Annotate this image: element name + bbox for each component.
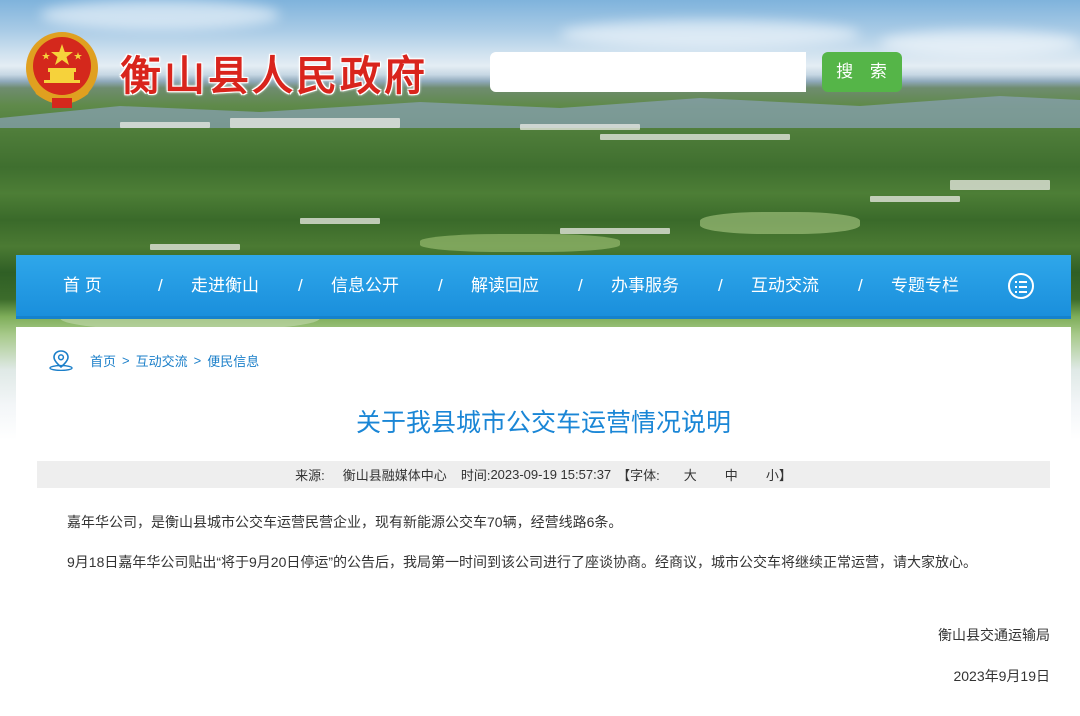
national-emblem-icon xyxy=(26,32,98,108)
article-date: 2023年9月19日 xyxy=(953,668,1050,684)
nav-item-special-topics[interactable]: 专题专栏 xyxy=(891,255,959,319)
article-title: 关于我县城市公交车运营情况说明 xyxy=(355,409,731,437)
nav-item-about-hengshan[interactable]: 走进衡山 xyxy=(191,255,259,319)
search-input[interactable] xyxy=(490,52,806,92)
nav-item-interaction[interactable]: 互动交流 xyxy=(751,255,819,319)
location-pin-icon xyxy=(49,350,73,371)
site-title: 衡山县人民政府 xyxy=(120,52,428,100)
breadcrumb: 首页 > 互动交流 > 便民信息 xyxy=(48,349,259,371)
nav-separator: / xyxy=(578,276,583,295)
nav-separator: / xyxy=(298,276,303,295)
breadcrumb-convenience-info[interactable]: 便民信息 xyxy=(207,351,259,370)
source-label: 来源: xyxy=(295,468,325,483)
breadcrumb-interaction[interactable]: 互动交流 xyxy=(136,351,188,370)
article-paragraph: 嘉年华公司，是衡山县城市公交车运营民营企业，现有新能源公交车70辆，经营线路6条… xyxy=(67,514,623,530)
time-value: 2023-09-19 15:57:37 xyxy=(490,467,612,482)
article-signature: 衡山县交通运输局 xyxy=(938,627,1050,643)
nav-item-home[interactable]: 首 页 xyxy=(63,255,102,319)
menu-list-icon[interactable] xyxy=(1008,273,1034,299)
article-meta-bar: 来源: 衡山县融媒体中心 时间: 2023-09-19 15:57:37 【字体… xyxy=(37,461,1050,488)
breadcrumb-home[interactable]: 首页 xyxy=(90,351,116,370)
nav-separator: / xyxy=(438,276,443,295)
nav-item-info-disclosure[interactable]: 信息公开 xyxy=(331,255,399,319)
content-panel: 首页 > 互动交流 > 便民信息 关于我县城市公交车运营情况说明 来源: 衡山县… xyxy=(16,327,1071,716)
article-paragraph: 9月18日嘉年华公司贴出“将于9月20日停运”的公告后，我局第一时间到该公司进行… xyxy=(67,554,978,570)
nav-item-interpretation[interactable]: 解读回应 xyxy=(471,255,539,319)
breadcrumb-separator: > xyxy=(122,352,130,368)
font-size-label: 【字体: xyxy=(617,468,660,483)
nav-separator: / xyxy=(158,276,163,295)
font-size-small[interactable]: 小】 xyxy=(766,465,792,484)
breadcrumb-separator: > xyxy=(193,352,202,368)
nav-separator: / xyxy=(718,276,723,295)
main-nav-bar: 首 页 / 走进衡山 / 信息公开 / 解读回应 / 办事服务 / 互动交流 /… xyxy=(16,255,1071,319)
font-size-large[interactable]: 大 xyxy=(684,465,697,484)
search-button[interactable]: 搜 索 xyxy=(822,52,902,92)
time-label: 时间: xyxy=(460,468,491,483)
nav-separator: / xyxy=(858,276,863,295)
nav-item-services[interactable]: 办事服务 xyxy=(611,255,679,319)
source-value: 衡山县融媒体中心 xyxy=(342,468,447,483)
font-size-medium[interactable]: 中 xyxy=(725,465,738,484)
